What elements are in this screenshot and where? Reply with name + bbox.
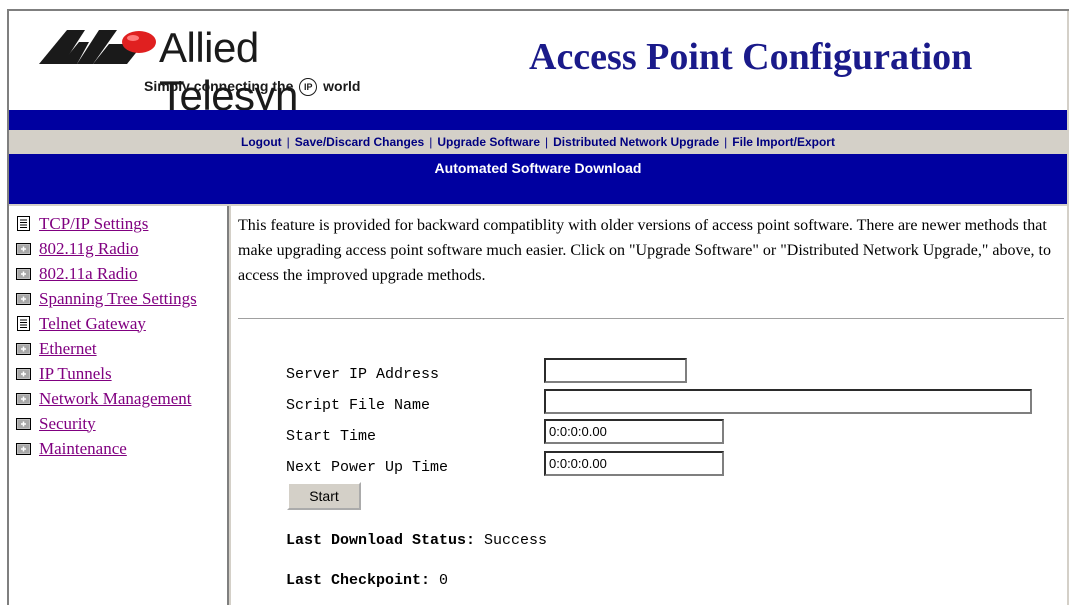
- main-content: This feature is provided for backward co…: [231, 206, 1067, 605]
- intro-text: This feature is provided for backward co…: [238, 217, 1051, 284]
- sidebar: TCP/IP Settings 802.11g Radio 802.11a Ra…: [9, 206, 229, 605]
- brand-name: Allied Telesyn: [159, 24, 298, 119]
- brand-tagline: Simply connecting the IP world: [144, 78, 361, 97]
- sidebar-item-label: Security: [39, 413, 96, 433]
- logo-mark-icon: [39, 30, 156, 64]
- sidebar-item-network-management[interactable]: Network Management: [9, 386, 227, 411]
- page-title: Access Point Configuration: [529, 36, 973, 78]
- nav-strip-bottom: [9, 184, 1067, 204]
- sidebar-item-label: IP Tunnels: [39, 363, 112, 383]
- sidebar-item-spanning-tree-settings[interactable]: Spanning Tree Settings: [9, 286, 227, 311]
- folder-icon: [16, 293, 31, 305]
- sidebar-item-label: 802.11a Radio: [39, 263, 138, 283]
- nav-separator: |: [545, 135, 549, 149]
- header: Allied Telesyn Simply connecting the IP …: [9, 11, 1067, 119]
- nav-file-import-export-link[interactable]: File Import/Export: [732, 135, 835, 149]
- sidebar-item-label: 802.11g Radio: [39, 238, 139, 258]
- server-ip-input[interactable]: [544, 358, 687, 383]
- nav-logout-link[interactable]: Logout: [241, 135, 282, 149]
- start-button[interactable]: Start: [287, 482, 361, 510]
- sidebar-item-80211a-radio[interactable]: 802.11a Radio: [9, 261, 227, 286]
- start-time-input[interactable]: [544, 419, 724, 444]
- nav-links: Logout | Save/Discard Changes | Upgrade Soft…: [9, 130, 1067, 154]
- nav-distributed-upgrade-link[interactable]: Distributed Network Upgrade: [553, 135, 719, 149]
- sidebar-item-label: Ethernet: [39, 338, 97, 358]
- sidebar-item-label: Maintenance: [39, 438, 127, 458]
- section-divider: [238, 318, 1064, 320]
- nav-separator: |: [286, 135, 290, 149]
- sidebar-item-80211g-radio[interactable]: 802.11g Radio: [9, 236, 227, 261]
- sidebar-item-label: TCP/IP Settings: [39, 213, 149, 233]
- sidebar-item-ethernet[interactable]: Ethernet: [9, 336, 227, 361]
- folder-icon: [16, 368, 31, 380]
- sidebar-item-ip-tunnels[interactable]: IP Tunnels: [9, 361, 227, 386]
- last-download-label: Last Download Status:: [286, 532, 476, 549]
- document-icon: [17, 216, 30, 231]
- last-checkpoint: Last Checkpoint: 0: [286, 572, 448, 589]
- sidebar-item-maintenance[interactable]: Maintenance: [9, 436, 227, 461]
- sidebar-item-label: Spanning Tree Settings: [39, 288, 197, 308]
- last-checkpoint-value: 0: [439, 572, 449, 589]
- tagline-suffix: world: [323, 78, 361, 94]
- allied-telesyn-logo: Allied Telesyn Simply connecting the IP …: [29, 18, 389, 119]
- server-ip-label: Server IP Address: [286, 366, 440, 383]
- nav-separator: |: [429, 135, 433, 149]
- script-file-label: Script File Name: [286, 397, 431, 414]
- tagline-prefix: Simply connecting the: [144, 78, 294, 94]
- folder-icon: [16, 418, 31, 430]
- sidebar-item-security[interactable]: Security: [9, 411, 227, 436]
- nav-upgrade-software-link[interactable]: Upgrade Software: [437, 135, 540, 149]
- nav-separator: |: [724, 135, 728, 149]
- sidebar-item-label: Telnet Gateway: [39, 313, 146, 333]
- nav-save-discard-link[interactable]: Save/Discard Changes: [295, 135, 424, 149]
- folder-icon: [16, 393, 31, 405]
- folder-icon: [16, 343, 31, 355]
- last-download-status: Last Download Status: Success: [286, 532, 547, 549]
- sidebar-item-telnet-gateway[interactable]: Telnet Gateway: [9, 311, 227, 336]
- nav-strip-top: [9, 110, 1067, 128]
- ip-circle-icon: IP: [299, 78, 318, 97]
- start-time-label: Start Time: [286, 428, 377, 445]
- sidebar-item-label: Network Management: [39, 388, 192, 408]
- next-power-up-label: Next Power Up Time: [286, 459, 449, 476]
- script-file-input[interactable]: [544, 389, 1032, 414]
- navbar: Logout | Save/Discard Changes | Upgrade Soft…: [9, 110, 1067, 204]
- folder-icon: [16, 268, 31, 280]
- section-title: Automated Software Download: [9, 154, 1067, 182]
- last-download-value: Success: [484, 532, 548, 549]
- last-checkpoint-label: Last Checkpoint:: [286, 572, 431, 589]
- folder-icon: [16, 243, 31, 255]
- sidebar-item-tcpip-settings[interactable]: TCP/IP Settings: [9, 211, 227, 236]
- next-power-up-input[interactable]: [544, 451, 724, 476]
- folder-icon: [16, 443, 31, 455]
- document-icon: [17, 316, 30, 331]
